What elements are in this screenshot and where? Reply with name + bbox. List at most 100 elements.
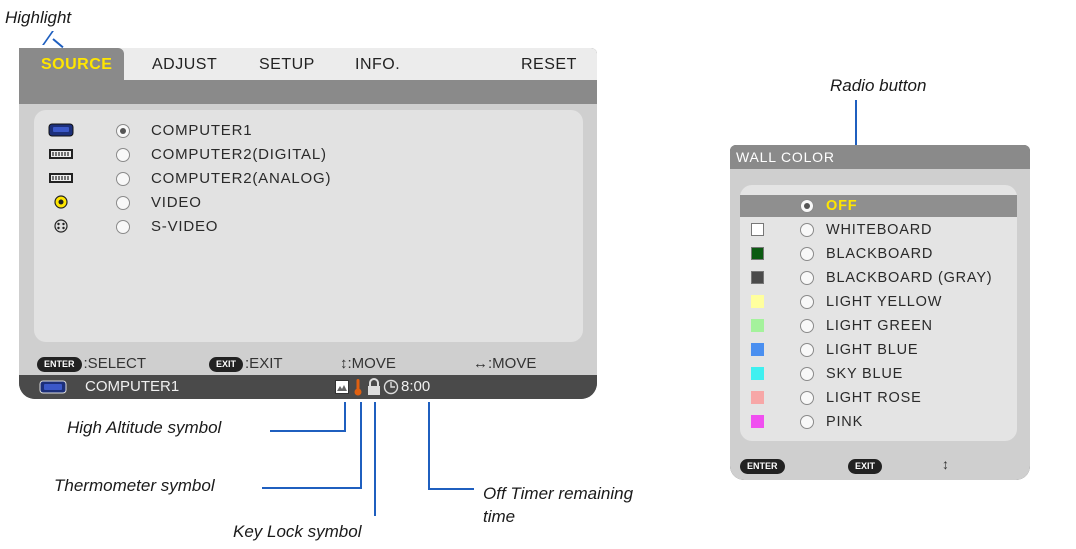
color-swatch	[751, 247, 764, 260]
computer-port-icon	[39, 380, 67, 394]
svideo-jack-icon	[54, 219, 68, 233]
item-label: COMPUTER1	[151, 122, 253, 139]
item-label: COMPUTER2(DIGITAL)	[151, 146, 327, 163]
item-label: LIGHT GREEN	[826, 318, 933, 334]
list-item-s-video[interactable]: S-VIDEO	[34, 216, 554, 238]
radio-computer1[interactable]	[116, 124, 130, 138]
item-label: BLACKBOARD (GRAY)	[826, 270, 993, 286]
list-item-computer2-analog[interactable]: COMPUTER2(ANALOG)	[34, 168, 554, 190]
help-exit: EXIT:EXIT	[209, 353, 283, 375]
dvi-port-icon	[49, 149, 73, 159]
radio-whiteboard[interactable]	[800, 223, 814, 237]
item-label: SKY BLUE	[826, 366, 904, 382]
callout-highlight: Highlight	[5, 8, 72, 27]
list-item-sky-blue[interactable]: SKY BLUE	[740, 363, 1017, 385]
radio-pink[interactable]	[800, 415, 814, 429]
item-label: VIDEO	[151, 194, 202, 211]
wall-color-footer: ENTER EXIT ↕	[730, 452, 1030, 480]
radio-computer2-digital[interactable]	[116, 148, 130, 162]
leader-line-altitude-v	[344, 402, 346, 432]
leader-line-timer-h	[428, 488, 474, 490]
list-item-blackboard-gray[interactable]: BLACKBOARD (GRAY)	[740, 267, 1017, 289]
help-select: ENTER:SELECT	[37, 353, 146, 375]
wall-color-list-panel: OFF WHITEBOARD BLACKBOARD BLACKBOARD (GR…	[740, 185, 1017, 441]
callout-radio-button: Radio button	[830, 76, 927, 95]
radio-light-blue[interactable]	[800, 343, 814, 357]
radio-light-green[interactable]	[800, 319, 814, 333]
leader-line-thermo-h	[262, 487, 362, 489]
tab-setup[interactable]: SETUP	[259, 48, 315, 80]
radio-video[interactable]	[116, 196, 130, 210]
list-item-light-yellow[interactable]: LIGHT YELLOW	[740, 291, 1017, 313]
leader-line-altitude-h	[270, 430, 346, 432]
list-item-computer1[interactable]: COMPUTER1	[34, 120, 554, 142]
dvi-port-icon	[49, 173, 73, 183]
radio-off[interactable]	[800, 199, 814, 213]
radio-sky-blue[interactable]	[800, 367, 814, 381]
list-item-video[interactable]: VIDEO	[34, 192, 554, 214]
color-swatch	[751, 223, 764, 236]
list-item-computer2-digital[interactable]: COMPUTER2(DIGITAL)	[34, 144, 554, 166]
high-altitude-icon	[335, 380, 349, 394]
updown-arrow-icon: ↕	[942, 456, 949, 472]
item-label: LIGHT YELLOW	[826, 294, 943, 310]
leader-line-thermo-v	[360, 402, 362, 489]
menu-tab-bar: SOURCE ADJUST SETUP INFO. RESET	[19, 48, 597, 80]
item-label: S-VIDEO	[151, 218, 219, 235]
source-menu: SOURCE ADJUST SETUP INFO. RESET COMPUTER…	[19, 48, 597, 399]
color-swatch	[751, 343, 764, 356]
list-item-light-green[interactable]: LIGHT GREEN	[740, 315, 1017, 337]
list-item-blackboard[interactable]: BLACKBOARD	[740, 243, 1017, 265]
wall-color-menu: WALL COLOR OFF WHITEBOARD BLACKBOARD BLA…	[730, 145, 1030, 480]
wall-color-title-bar: WALL COLOR	[730, 145, 1030, 169]
radio-light-yellow[interactable]	[800, 295, 814, 309]
color-swatch	[751, 271, 764, 284]
callout-key-lock: Key Lock symbol	[233, 522, 362, 541]
item-label: BLACKBOARD	[826, 246, 934, 262]
leader-line-keylock	[374, 402, 376, 516]
help-move-horizontal: ↔:MOVE	[473, 355, 537, 372]
callout-off-timer-1: Off Timer remaining	[483, 484, 634, 503]
radio-computer2-analog[interactable]	[116, 172, 130, 186]
callout-off-timer-2: time	[483, 507, 516, 526]
callout-thermometer: Thermometer symbol	[54, 476, 215, 495]
color-swatch	[751, 319, 764, 332]
item-label: LIGHT ROSE	[826, 390, 922, 406]
leader-line-timer-v	[428, 402, 430, 490]
help-move-vertical: ↕:MOVE	[340, 355, 396, 372]
list-item-light-blue[interactable]: LIGHT BLUE	[740, 339, 1017, 361]
tab-reset[interactable]: RESET	[521, 48, 577, 80]
item-label: WHITEBOARD	[826, 222, 933, 238]
exit-key-icon: EXIT	[848, 459, 883, 474]
exit-key-icon: EXIT	[209, 356, 244, 372]
enter-key-icon: ENTER	[740, 459, 785, 474]
thermometer-icon	[354, 379, 362, 396]
callout-high-altitude: High Altitude symbol	[67, 418, 222, 437]
leader-line-highlight-2	[52, 38, 64, 49]
off-timer-remaining: 8:00	[401, 378, 431, 395]
radio-blackboard[interactable]	[800, 247, 814, 261]
tab-source[interactable]: SOURCE	[19, 48, 124, 80]
radio-s-video[interactable]	[116, 220, 130, 234]
item-label: PINK	[826, 414, 864, 430]
list-item-light-rose[interactable]: LIGHT ROSE	[740, 387, 1017, 409]
wall-color-body: OFF WHITEBOARD BLACKBOARD BLACKBOARD (GR…	[730, 169, 1030, 452]
source-list-panel: COMPUTER1 COMPUTER2(DIGITAL) COMPUTER2(A…	[34, 110, 583, 342]
menu-sub-bar	[19, 80, 597, 104]
item-label: LIGHT BLUE	[826, 342, 919, 358]
radio-blackboard-gray[interactable]	[800, 271, 814, 285]
off-timer-icon	[383, 379, 399, 395]
list-item-whiteboard[interactable]: WHITEBOARD	[740, 219, 1017, 241]
list-item-off[interactable]: OFF	[740, 195, 1017, 217]
help-select-text: :SELECT	[83, 355, 147, 372]
enter-key-icon: ENTER	[37, 356, 82, 372]
radio-light-rose[interactable]	[800, 391, 814, 405]
color-swatch	[751, 367, 764, 380]
tab-adjust[interactable]: ADJUST	[152, 48, 217, 80]
list-item-pink[interactable]: PINK	[740, 411, 1017, 433]
color-swatch	[751, 415, 764, 428]
tab-info[interactable]: INFO.	[355, 48, 400, 80]
status-bar: COMPUTER1 8:00	[19, 375, 597, 399]
status-source: COMPUTER1	[85, 378, 180, 395]
color-swatch	[751, 391, 764, 404]
